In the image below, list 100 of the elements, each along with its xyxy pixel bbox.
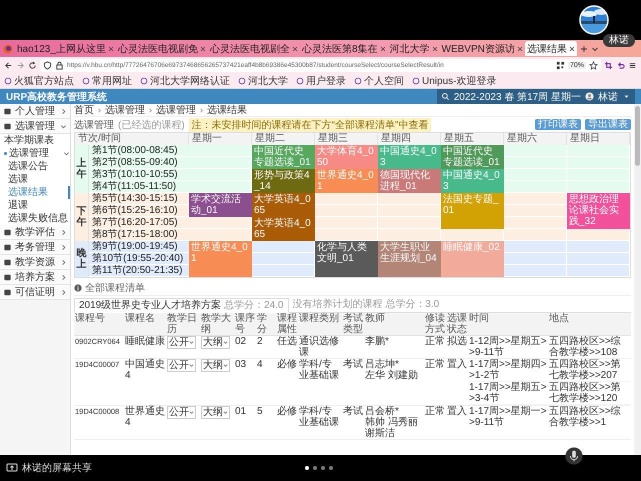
close-icon[interactable]	[516, 46, 523, 52]
sidebar-item[interactable]: 选课失败信息	[0, 212, 70, 225]
page-dot[interactable]	[329, 466, 333, 470]
star-icon[interactable]	[589, 61, 598, 70]
timetable-cell	[189, 169, 252, 181]
sidebar-item[interactable]: 选课管理	[0, 119, 70, 134]
chevron-icon	[63, 150, 70, 157]
qr-code-icon[interactable]	[556, 61, 565, 70]
plan-tab[interactable]: 2019级世界史专业人才培养方案 总学分：24.0	[74, 298, 288, 313]
browser-tab[interactable]: WEBVPN资源访	[440, 41, 525, 56]
period-label: 第6节(15:25-16:10)	[89, 205, 189, 217]
breadcrumb-link[interactable]: 选课结果	[207, 104, 247, 117]
user-avatar-icon[interactable]	[585, 92, 594, 101]
sidebar-item[interactable]: 选课	[0, 173, 70, 186]
timetable-cell	[567, 241, 630, 253]
period-label: 第10节(19:55-20:40)	[89, 253, 189, 265]
page-dot[interactable]	[313, 466, 317, 470]
circle-icon	[4, 77, 12, 85]
square-icon	[3, 272, 12, 282]
table-cell: 吕志坤*	[365, 359, 399, 370]
sidebar-item[interactable]: 选课结果	[0, 186, 70, 199]
bookmark[interactable]: 用户登录	[296, 74, 346, 88]
course-block[interactable]: 学术交流活动_01	[189, 193, 252, 217]
column-header: 地点	[548, 313, 631, 336]
bookmark[interactable]: Unipus-欢迎登录	[412, 74, 496, 88]
close-icon[interactable]	[432, 46, 438, 52]
menu-icon[interactable]	[628, 61, 637, 70]
browser-tab[interactable]: 心灵法医第8集在	[300, 41, 388, 56]
dropdown[interactable]: 公开	[167, 406, 196, 419]
course-block[interactable]: 化学与人类文明_01	[315, 241, 378, 277]
table-cell: 学科/专业基础课	[299, 406, 339, 428]
user-name[interactable]: 林诺	[598, 90, 618, 104]
chevron-down-icon[interactable]	[590, 44, 599, 52]
table-cell: 五四路校区>>综合教学楼>>1	[549, 406, 621, 428]
sidebar-item[interactable]: 教学资源	[0, 255, 70, 270]
table-cell: 01	[235, 406, 246, 417]
column-header: 选课状态	[446, 313, 468, 336]
table-cell: 任选	[277, 336, 297, 347]
sidebar-item[interactable]: 选课公告	[0, 160, 70, 173]
bookmark[interactable]: 个人空间	[354, 74, 404, 88]
browser-tab[interactable]: hao123_上网从这里	[15, 41, 116, 56]
reload-icon[interactable]	[28, 61, 37, 70]
scrollbar-thumb[interactable]	[635, 106, 640, 166]
bookmark[interactable]: 河北大学网络认证	[140, 74, 230, 88]
circle-icon	[412, 77, 420, 85]
sidebar-item[interactable]: 教学评估	[0, 225, 70, 240]
undo-icon[interactable]	[616, 61, 625, 70]
browser-tab[interactable]: 选课结果	[524, 41, 577, 56]
breadcrumb-link[interactable]: 首页	[74, 104, 94, 117]
table-cell: 4	[257, 359, 263, 370]
browser-tab[interactable]: 心灵法医电视剧全	[208, 41, 300, 56]
course-block[interactable]: 形势与政策4_14	[252, 169, 315, 193]
sidebar-item[interactable]: 可信证明	[0, 285, 70, 300]
page-dot[interactable]	[305, 466, 309, 470]
sidebar-item[interactable]: 本学期课表	[0, 134, 70, 147]
square-icon	[3, 242, 12, 252]
table-cell: 五四路校区>>第七教学楼>>120	[549, 382, 630, 405]
close-icon[interactable]	[380, 46, 386, 52]
course-block[interactable]: 大学英语4_065	[252, 217, 315, 241]
dropdown[interactable]: 公开	[167, 336, 196, 349]
browser-tab[interactable]: 河北大学	[388, 41, 440, 56]
timetable-cell	[189, 229, 252, 241]
sidebar-item[interactable]: 退课	[0, 199, 70, 212]
breadcrumb-link[interactable]: 选课管理	[156, 104, 196, 117]
course-block[interactable]: 大学英语4_065	[252, 193, 315, 217]
sidebar-item[interactable]: 考务管理	[0, 240, 70, 255]
dropdown[interactable]: 公开	[167, 359, 196, 372]
chevron-icon	[60, 108, 67, 114]
section-label: 上午	[75, 145, 89, 193]
timetable-cell	[504, 217, 567, 229]
dropdown[interactable]: 大纲	[201, 359, 230, 372]
dropdown[interactable]: 大纲	[201, 406, 230, 419]
timetable-cell	[567, 229, 630, 241]
close-icon[interactable]	[200, 46, 206, 52]
table-cell: 必修	[277, 359, 297, 370]
page-dot[interactable]	[321, 466, 325, 470]
column-header: 教学日历	[166, 313, 200, 336]
breadcrumb-link[interactable]: 选课管理	[105, 104, 145, 117]
bookmark[interactable]: 河北大学	[238, 74, 288, 88]
timetable-cell	[189, 145, 252, 157]
screen-share-icon	[6, 463, 18, 473]
table-cell: 通识选修课	[299, 336, 339, 358]
table-cell: 学科/专业基础课	[299, 359, 339, 381]
sidebar-item[interactable]: 培养方案	[0, 270, 70, 285]
sidebar-item[interactable]: 个人管理	[0, 104, 70, 119]
back-icon[interactable]	[4, 61, 13, 70]
table-cell: 1-17周>>星期一>>9-11节	[469, 406, 547, 428]
bookmark[interactable]: 常用网址	[82, 74, 132, 88]
sidebar-item[interactable]: 选课管理	[0, 147, 70, 160]
close-icon[interactable]	[292, 46, 298, 52]
dropdown[interactable]: 大纲	[201, 336, 230, 349]
microphone-icon[interactable]	[565, 447, 583, 465]
timetable-cell	[504, 181, 567, 193]
browser-tab[interactable]: 心灵法医电视剧免	[116, 41, 208, 56]
new-tab-icon[interactable]	[580, 44, 588, 52]
bookmark[interactable]: 火狐官方站点	[4, 74, 74, 88]
search-icon[interactable]	[440, 92, 450, 101]
crop-icon[interactable]	[604, 61, 613, 70]
close-icon[interactable]	[568, 46, 575, 52]
circle-icon	[82, 77, 90, 85]
